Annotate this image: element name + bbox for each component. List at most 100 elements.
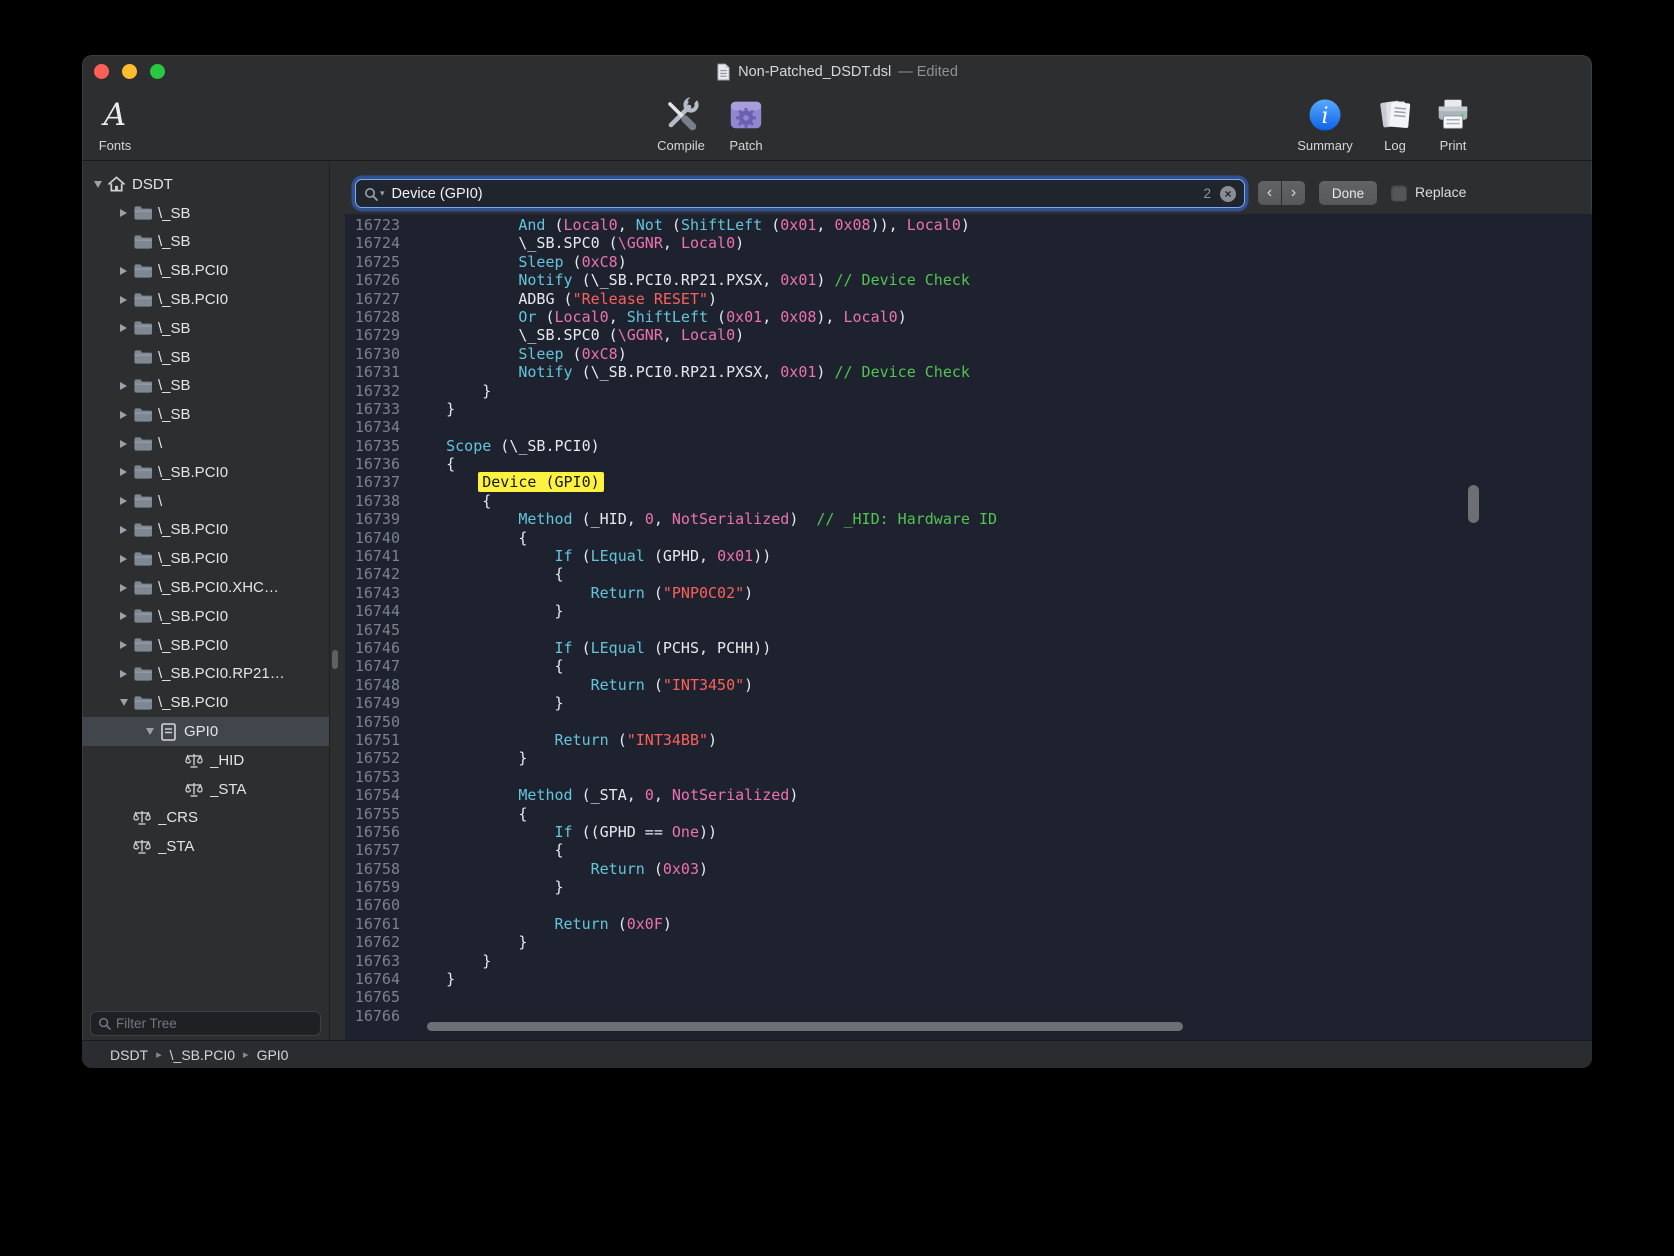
disclosure-triangle-icon[interactable] [116,641,131,649]
tree-item-label: _CRS [158,809,329,826]
disclosure-triangle-icon[interactable] [116,584,131,592]
code-line: 16757 { [345,841,1592,859]
tree-item-[interactable]: \ [82,429,329,458]
tree-item-label: \_SB.PCI0 [158,262,329,279]
code-line: 16740 { [345,529,1592,547]
summary-button[interactable]: i Summary [1288,93,1362,153]
vertical-scrollbar-thumb[interactable] [1468,485,1479,523]
compile-button[interactable]: Compile [646,93,716,153]
tree-item-sb[interactable]: \_SB [82,372,329,401]
disclosure-triangle-icon[interactable] [116,468,131,476]
disclosure-triangle-icon[interactable] [116,612,131,620]
disclosure-triangle-icon[interactable] [116,555,131,563]
disclosure-triangle-icon[interactable] [116,497,131,505]
code-line: 16733 } [345,400,1592,418]
tree-item-sbpci0xhc[interactable]: \_SB.PCI0.XHC… [82,573,329,602]
line-number: 16753 [345,768,400,786]
filter-tree-input[interactable] [116,1016,313,1031]
code-text: If (LEqual (GPHD, 0x01)) [400,547,771,565]
breadcrumb-item[interactable]: DSDT [110,1047,148,1063]
print-button[interactable]: Print [1426,93,1480,153]
folder-icon [131,551,153,567]
tree-item-sb[interactable]: \_SB [82,343,329,372]
disclosure-triangle-icon[interactable] [116,382,131,390]
folder-icon [131,580,153,596]
code-line: 16726 Notify (\_SB.PCI0.RP21.PXSX, 0x01)… [345,271,1592,289]
done-button[interactable]: Done [1319,181,1377,205]
code-line: 16758 Return (0x03) [345,860,1592,878]
titlebar[interactable]: Non-Patched_DSDT.dsl — Edited [82,55,1592,88]
tree-item-crs[interactable]: _CRS [82,804,329,833]
tree-item-sta[interactable]: _STA [82,775,329,804]
disclosure-triangle-icon[interactable] [116,526,131,534]
horizontal-scrollbar-thumb[interactable] [427,1022,1183,1031]
folder-icon [131,464,153,480]
content-area: DSDT\_SB\_SB\_SB.PCI0\_SB.PCI0\_SB\_SB\_… [82,162,1592,1040]
line-number: 16764 [345,970,400,988]
tree-item-sb[interactable]: \_SB [82,228,329,257]
disclosure-triangle-icon[interactable] [116,699,131,706]
search-field[interactable]: ▾ 2 × [355,179,1245,208]
tree-item-sbpci0[interactable]: \_SB.PCI0 [82,516,329,545]
tree-item-sbpci0[interactable]: \_SB.PCI0 [82,602,329,631]
search-input[interactable] [392,186,1204,202]
code-text: Notify (\_SB.PCI0.RP21.PXSX, 0x01) // De… [400,271,970,289]
code-text: } [400,952,491,970]
tree-item-sta[interactable]: _STA [82,832,329,861]
tree-item-sbpci0rp21[interactable]: \_SB.PCI0.RP21… [82,660,329,689]
line-number: 16752 [345,749,400,767]
breadcrumb-item[interactable]: GPI0 [257,1047,289,1063]
line-number: 16729 [345,326,400,344]
code-line: 16765 [345,988,1592,1006]
patch-button[interactable]: Patch [716,93,776,153]
statusbar: DSDT▸\_SB.PCI0▸GPI0 [82,1040,1592,1068]
window-edited-badge: — Edited [898,64,958,80]
disclosure-triangle-icon[interactable] [116,296,131,304]
tree-item-dsdt[interactable]: DSDT [82,170,329,199]
code-text: Return ("PNP0C02") [400,584,753,602]
pane-splitter[interactable] [330,162,345,1040]
match-count: 2 [1203,186,1211,201]
tree-item-sb[interactable]: \_SB [82,199,329,228]
svg-text:i: i [1321,104,1328,129]
sidebar-tree[interactable]: DSDT\_SB\_SB\_SB.PCI0\_SB.PCI0\_SB\_SB\_… [82,170,329,861]
search-menu-caret-icon[interactable]: ▾ [380,188,385,199]
tree-item-sbpci0[interactable]: \_SB.PCI0 [82,458,329,487]
tree-item-sbpci0[interactable]: \_SB.PCI0 [82,285,329,314]
document-icon [157,723,179,741]
disclosure-triangle-icon[interactable] [116,324,131,332]
tree-item-sbpci0[interactable]: \_SB.PCI0 [82,631,329,660]
disclosure-triangle-icon[interactable] [116,440,131,448]
tree-item-sb[interactable]: \_SB [82,314,329,343]
tree-item-hid[interactable]: _HID [82,746,329,775]
splitter-handle[interactable] [332,650,338,669]
disclosure-triangle-icon[interactable] [90,181,105,188]
code-line: 16755 { [345,805,1592,823]
disclosure-triangle-icon[interactable] [116,209,131,217]
replace-checkbox[interactable] [1391,185,1407,201]
find-previous-button[interactable]: ‹ [1258,181,1281,205]
disclosure-triangle-icon[interactable] [116,670,131,678]
tree-item-sb[interactable]: \_SB [82,400,329,429]
code-editor[interactable]: 16723 And (Local0, Not (ShiftLeft (0x01,… [345,214,1592,1040]
code-text: { [400,455,455,473]
tree-item-sbpci0[interactable]: \_SB.PCI0 [82,544,329,573]
log-button[interactable]: Log [1370,93,1420,153]
folder-icon [131,378,153,394]
disclosure-triangle-icon[interactable] [116,411,131,419]
code-line: 16728 Or (Local0, ShiftLeft (0x01, 0x08)… [345,308,1592,326]
tree-item-[interactable]: \ [82,487,329,516]
filter-tree-field[interactable] [90,1011,321,1036]
find-next-button[interactable]: › [1282,181,1305,205]
disclosure-triangle-icon[interactable] [142,728,157,735]
clear-search-icon[interactable]: × [1220,186,1236,202]
breadcrumb-item[interactable]: \_SB.PCI0 [170,1047,235,1063]
tree-item-sbpci0[interactable]: \_SB.PCI0 [82,256,329,285]
folder-icon [131,493,153,509]
tree-item-gpi0[interactable]: GPI0 [82,717,329,746]
disclosure-triangle-icon[interactable] [116,267,131,275]
code-text: Notify (\_SB.PCI0.RP21.PXSX, 0x01) // De… [400,363,970,381]
fonts-button[interactable]: A Fonts [85,93,145,153]
line-number: 16750 [345,713,400,731]
tree-item-sbpci0[interactable]: \_SB.PCI0 [82,688,329,717]
